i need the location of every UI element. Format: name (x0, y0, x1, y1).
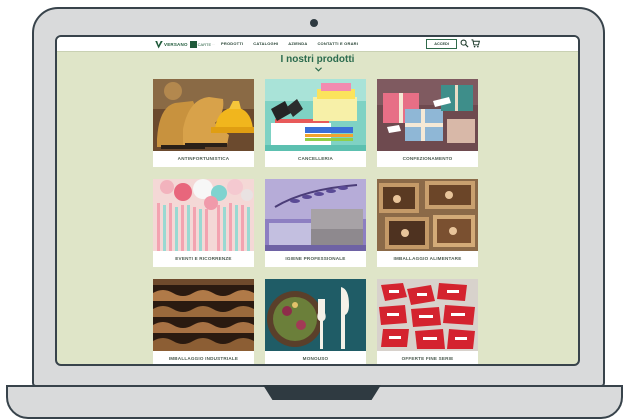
cart-icon[interactable] (471, 39, 480, 48)
search-icon[interactable] (460, 39, 469, 48)
category-label: CONFEZIONAMENTO (402, 156, 453, 161)
logo-subtitle: … (212, 43, 215, 46)
category-card-igiene[interactable]: IGIENE PROFESSIONALE (265, 179, 366, 267)
browser-screen: VERSANO CARTE … PRODOTTI CATALOGHI AZIEN… (55, 35, 580, 366)
category-image (377, 179, 478, 251)
menu-item-prodotti[interactable]: PRODOTTI (221, 41, 243, 46)
category-label: OFFERTE FINE SERIE (401, 356, 454, 361)
logo-word-versano: VERSANO (164, 42, 188, 47)
category-image (377, 279, 478, 351)
category-card-cancelleria[interactable]: CANCELLERIA (265, 79, 366, 167)
menu-item-contatti[interactable]: CONTATTI E ORARI (317, 41, 358, 46)
category-label: EVENTI E RICORRENZE (175, 256, 232, 261)
webcam-icon (310, 19, 318, 27)
section-title: I nostri prodotti (280, 54, 355, 65)
category-card-imballaggio-industriale[interactable]: IMBALLAGGIO INDUSTRIALE (153, 279, 254, 364)
menu-item-cataloghi[interactable]: CATALOGHI (253, 41, 278, 46)
category-label: IGIENE PROFESSIONALE (285, 256, 346, 261)
site-header: VERSANO CARTE … PRODOTTI CATALOGHI AZIEN… (57, 37, 578, 52)
category-image (153, 279, 254, 351)
category-label: MONOUSO (302, 356, 329, 361)
category-image (153, 179, 254, 251)
category-label: CANCELLERIA (297, 156, 334, 161)
category-image (265, 79, 366, 151)
logo-c-mark (189, 41, 197, 48)
category-card-offerte-fine-serie[interactable]: OFFERTE FINE SERIE (377, 279, 478, 364)
chevron-down-icon (315, 67, 322, 72)
category-card-antinfortunistica[interactable]: ANTINFORTUNISTICA (153, 79, 254, 167)
category-label: ANTINFORTUNISTICA (177, 156, 230, 161)
logo-word-carte: CARTE (197, 42, 212, 47)
category-label: IMBALLAGGIO ALIMENTARE (393, 256, 462, 261)
menu-item-azienda[interactable]: AZIENDA (288, 41, 307, 46)
category-image (153, 79, 254, 151)
category-image (377, 79, 478, 151)
category-image (265, 279, 366, 351)
laptop-hinge-notch (263, 385, 381, 400)
main-menu: PRODOTTI CATALOGHI AZIENDA CONTATTI E OR… (221, 41, 358, 46)
category-card-eventi[interactable]: EVENTI E RICORRENZE (153, 179, 254, 267)
category-card-monouso[interactable]: MONOUSO (265, 279, 366, 364)
login-button[interactable]: ACCEDI (426, 39, 457, 49)
category-image (265, 179, 366, 251)
category-label: IMBALLAGGIO INDUSTRIALE (168, 356, 239, 361)
category-card-confezionamento[interactable]: CONFEZIONAMENTO (377, 79, 478, 167)
site-logo[interactable]: VERSANO CARTE … (155, 40, 215, 49)
category-card-imballaggio-alimentare[interactable]: IMBALLAGGIO ALIMENTARE (377, 179, 478, 267)
logo-v-mark (155, 40, 163, 49)
